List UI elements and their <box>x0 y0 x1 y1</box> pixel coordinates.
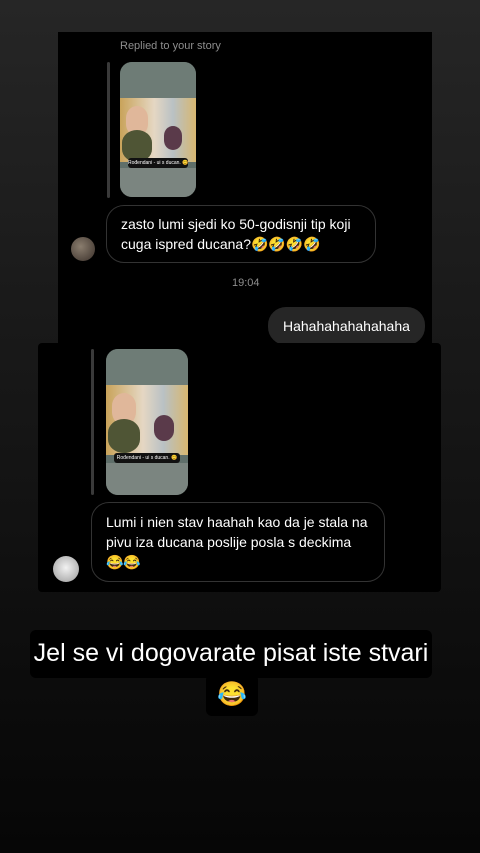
message-text: zasto lumi sjedi ko 50-godisnji tip koji… <box>121 216 351 252</box>
chat-screenshot-1: Replied to your story Rođendani - ui s d… <box>58 32 432 350</box>
story-thumbnail[interactable]: Rođendani - ui s ducan. 😊 <box>120 62 196 197</box>
reply-bar <box>91 349 94 495</box>
avatar[interactable] <box>53 556 79 582</box>
reply-bar <box>107 62 110 198</box>
story-caption: Rođendani - ui s ducan. 😊 <box>114 453 180 463</box>
message-text: Lumi i nien stav haahah kao da je stala … <box>106 514 368 570</box>
timestamp: 19:04 <box>232 277 260 289</box>
story-emoji: 😂 <box>206 674 258 716</box>
message-text: Hahahahahahahaha <box>283 318 410 334</box>
story-text-overlay: Jel se vi dogovarate pisat iste stvari <box>30 630 432 678</box>
avatar[interactable] <box>71 237 95 261</box>
message-bubble-outgoing[interactable]: Hahahahahahahaha <box>268 307 425 345</box>
story-caption: Rođendani - ui s ducan. 😊 <box>128 158 188 168</box>
story-photo <box>106 385 188 455</box>
message-bubble-incoming[interactable]: zasto lumi sjedi ko 50-godisnji tip koji… <box>106 205 376 263</box>
story-photo <box>120 98 196 162</box>
chat-screenshot-2: Rođendani - ui s ducan. 😊 Lumi i nien st… <box>38 343 441 592</box>
story-thumbnail[interactable]: Rođendani - ui s ducan. 😊 <box>106 349 188 495</box>
message-bubble-incoming[interactable]: Lumi i nien stav haahah kao da je stala … <box>91 502 385 582</box>
replied-label: Replied to your story <box>120 40 221 52</box>
